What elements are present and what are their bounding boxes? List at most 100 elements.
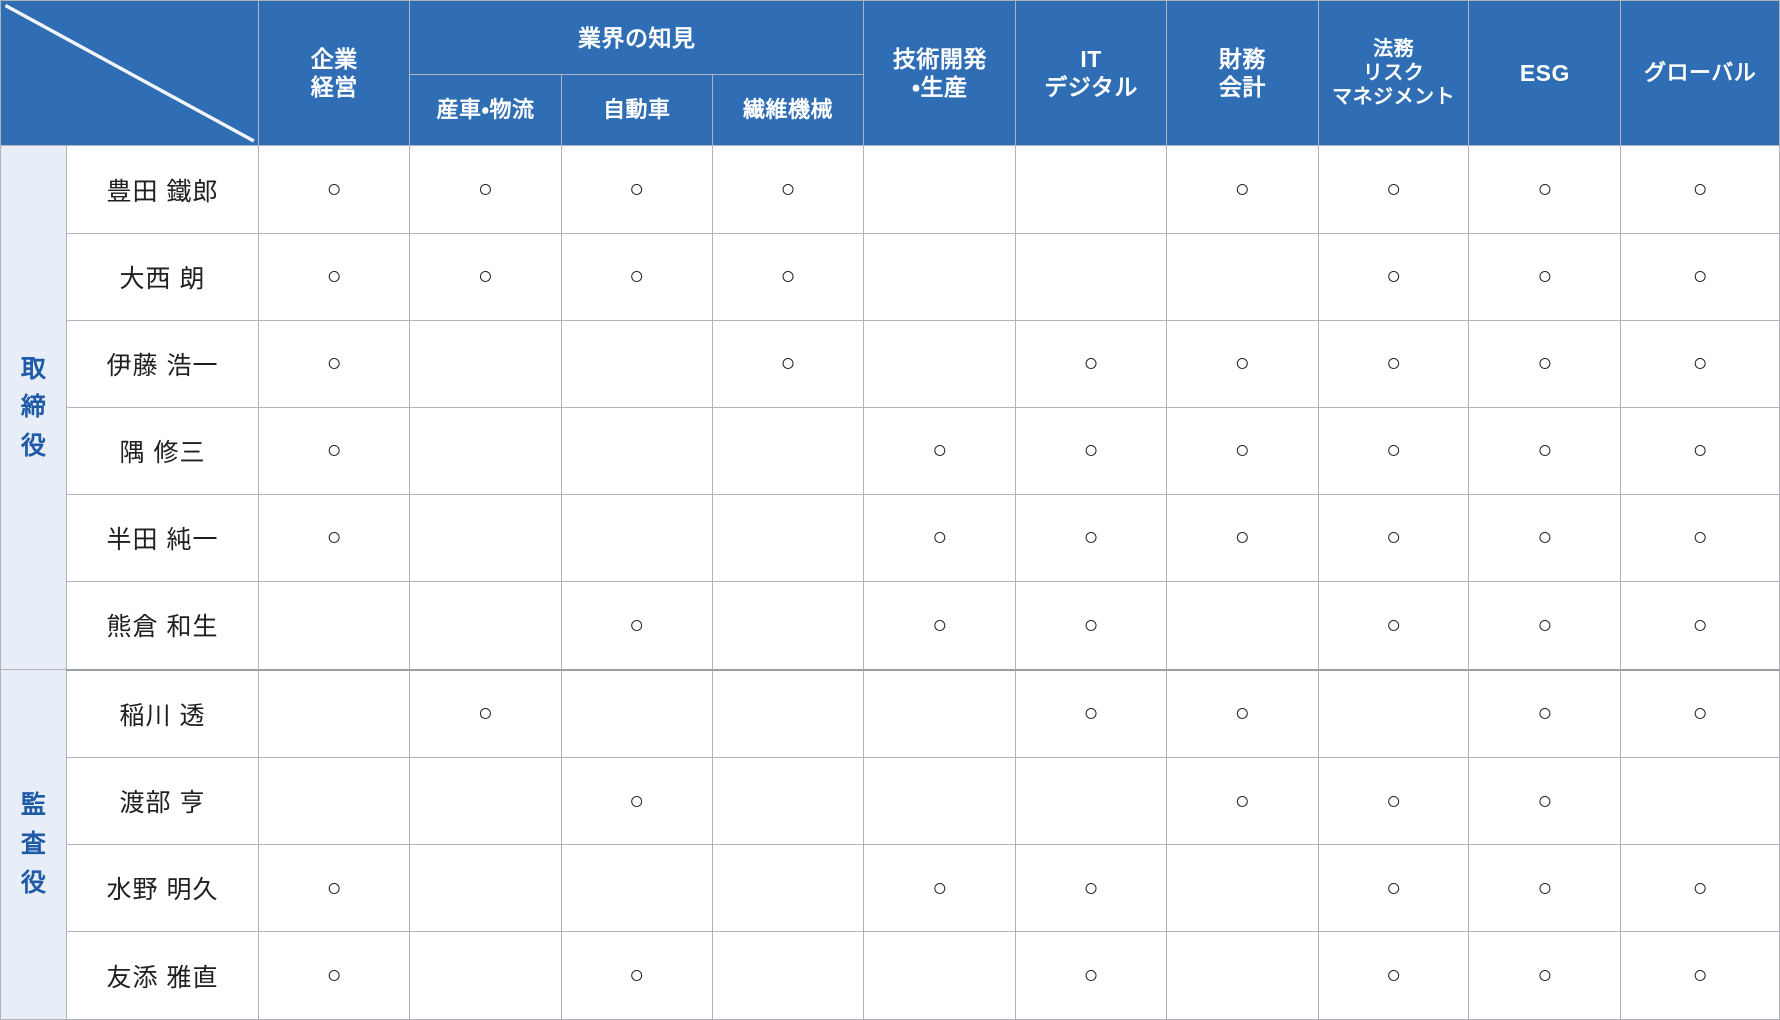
skill-mark-circle-icon: ○	[1537, 349, 1553, 378]
skill-mark-circle-icon: ○	[1537, 786, 1553, 815]
skill-cell-legal_risk: ○	[1317, 931, 1470, 1020]
skill-mark-circle-icon: ○	[1083, 699, 1099, 728]
skill-mark-circle-icon: ○	[932, 436, 948, 465]
skill-mark-circle-icon: ○	[1083, 961, 1099, 989]
skill-cell-esg: ○	[1468, 844, 1622, 933]
skill-mark-circle-icon: ○	[1537, 610, 1553, 639]
skill-mark-circle-icon: ○	[326, 262, 342, 291]
skill-mark-circle-icon: ○	[1386, 873, 1402, 902]
skill-cell-corp_management	[258, 757, 411, 846]
skill-mark-circle-icon: ○	[1386, 175, 1402, 203]
table-row: 大西 朗 ○ ○ ○ ○ ○ ○ ○	[1, 232, 1780, 321]
skill-cell-finance_accounting	[1165, 580, 1319, 671]
skill-mark-circle-icon: ○	[1386, 961, 1402, 989]
skill-cell-finance_accounting: ○	[1165, 493, 1319, 582]
skill-cell-it_digital: ○	[1015, 319, 1167, 408]
table-row: 取締役豊田 鐵郎 ○ ○ ○ ○ ○ ○ ○ ○	[0, 145, 1780, 671]
skill-cell-global: ○	[1620, 319, 1780, 408]
skill-cell-it_digital: ○	[1015, 669, 1167, 759]
header-row-top: 企業 経営 業界の知見 技術開発 ・生産 IT デジタル 財務 会計 法務 リス…	[0, 0, 1780, 147]
skill-mark-circle-icon: ○	[477, 699, 494, 728]
skill-mark-circle-icon: ○	[1234, 699, 1250, 728]
skill-cell-rnd_production	[863, 669, 1017, 759]
skill-mark-circle-icon: ○	[1692, 175, 1708, 203]
table-row: 隅 修三 ○ ○ ○ ○ ○ ○ ○	[1, 406, 1780, 495]
column-header-automotive: 自動車	[560, 74, 713, 147]
skill-cell-finance_accounting: ○	[1165, 757, 1319, 846]
skill-cell-finance_accounting: ○	[1165, 669, 1319, 759]
person-name-cell: 隅 修三	[65, 406, 260, 495]
skill-mark-circle-icon: ○	[1537, 699, 1553, 728]
role-group-label-char: 取	[20, 354, 46, 383]
skill-cell-global: ○	[1620, 232, 1780, 321]
skill-cell-it_digital: ○	[1015, 580, 1167, 671]
skill-mark-circle-icon: ○	[1537, 262, 1553, 291]
skill-mark-circle-icon: ○	[629, 786, 645, 815]
skill-cell-corp_management: ○	[258, 319, 411, 408]
person-name-cell: 渡部 亨	[65, 757, 260, 846]
skill-cell-automotive: ○	[560, 931, 713, 1020]
skill-cell-esg: ○	[1468, 232, 1622, 321]
role-group-label-char: 役	[20, 868, 46, 897]
skill-mark-circle-icon: ○	[1537, 175, 1553, 203]
header-line: 技術開発	[892, 46, 987, 73]
skill-cell-industrial_logistics	[409, 757, 562, 846]
skill-cell-esg: ○	[1468, 931, 1622, 1020]
matrix-body: 取締役豊田 鐵郎 ○ ○ ○ ○ ○ ○ ○ ○ 大西 朗 ○ ○ ○ ○ ○ ○ ○ 伊藤 浩一 ○ ○ ○ ○ ○ ○ ○ 隅…	[0, 145, 1780, 1020]
skill-cell-it_digital: ○	[1015, 844, 1167, 933]
skill-mark-circle-icon: ○	[780, 349, 796, 378]
skill-cell-textile_machinery: ○	[711, 319, 865, 408]
skill-mark-circle-icon: ○	[326, 175, 342, 203]
skill-cell-industrial_logistics	[409, 844, 562, 933]
person-name-cell: 大西 朗	[65, 232, 260, 321]
skill-cell-corp_management: ○	[258, 844, 411, 933]
skill-mark-circle-icon: ○	[1386, 436, 1402, 465]
skill-mark-circle-icon: ○	[1692, 610, 1708, 639]
skill-cell-it_digital	[1015, 145, 1167, 234]
column-header-corp-management: 企業 経営	[258, 0, 411, 147]
header-line: 経営	[310, 74, 358, 101]
skill-cell-rnd_production	[863, 319, 1017, 408]
table-row: 監査役稲川 透 ○ ○ ○ ○ ○	[0, 669, 1780, 1020]
skill-cell-it_digital: ○	[1015, 493, 1167, 582]
skill-cell-global: ○	[1620, 931, 1780, 1020]
skill-cell-esg: ○	[1468, 319, 1622, 408]
table-row: 友添 雅直 ○ ○ ○ ○ ○ ○	[1, 931, 1780, 1020]
skill-mark-circle-icon: ○	[1234, 523, 1250, 552]
skill-cell-corp_management	[258, 669, 411, 759]
skill-cell-finance_accounting	[1165, 844, 1319, 933]
skill-cell-automotive: ○	[560, 757, 713, 846]
skill-cell-esg: ○	[1468, 757, 1622, 846]
skill-cell-textile_machinery: ○	[711, 232, 865, 321]
role-group-label-char: 監	[20, 791, 46, 820]
column-header-esg: ESG	[1468, 0, 1622, 147]
skill-cell-industrial_logistics	[409, 406, 562, 495]
skill-mark-circle-icon: ○	[1692, 262, 1708, 291]
skill-mark-circle-icon: ○	[1537, 873, 1553, 902]
skill-cell-it_digital	[1015, 757, 1167, 846]
skill-cell-automotive	[560, 319, 713, 408]
skill-mark-circle-icon: ○	[1692, 349, 1708, 378]
person-name-cell: 友添 雅直	[65, 931, 260, 1020]
skill-mark-circle-icon: ○	[1386, 786, 1402, 815]
table-row: 渡部 亨 ○ ○ ○ ○	[1, 757, 1780, 846]
skill-cell-textile_machinery: ○	[711, 145, 865, 234]
skill-cell-legal_risk: ○	[1317, 406, 1470, 495]
skill-cell-global	[1620, 757, 1780, 846]
skill-cell-rnd_production: ○	[863, 844, 1017, 933]
skill-cell-automotive	[560, 844, 713, 933]
skill-cell-finance_accounting: ○	[1165, 319, 1319, 408]
skill-cell-rnd_production: ○	[863, 493, 1017, 582]
person-name-cell: 稲川 透	[65, 669, 260, 759]
skill-mark-circle-icon: ○	[326, 349, 342, 378]
skill-cell-automotive: ○	[560, 580, 713, 671]
skill-cell-legal_risk: ○	[1317, 232, 1470, 321]
diagonal-slash-icon	[4, 4, 255, 143]
skill-mark-circle-icon: ○	[1234, 786, 1250, 815]
skill-mark-circle-icon: ○	[326, 873, 342, 902]
skill-mark-circle-icon: ○	[477, 262, 494, 291]
skill-cell-automotive	[560, 493, 713, 582]
skill-cell-rnd_production	[863, 931, 1017, 1020]
header-line: 会計	[1218, 74, 1266, 101]
skill-mark-circle-icon: ○	[1537, 436, 1553, 465]
